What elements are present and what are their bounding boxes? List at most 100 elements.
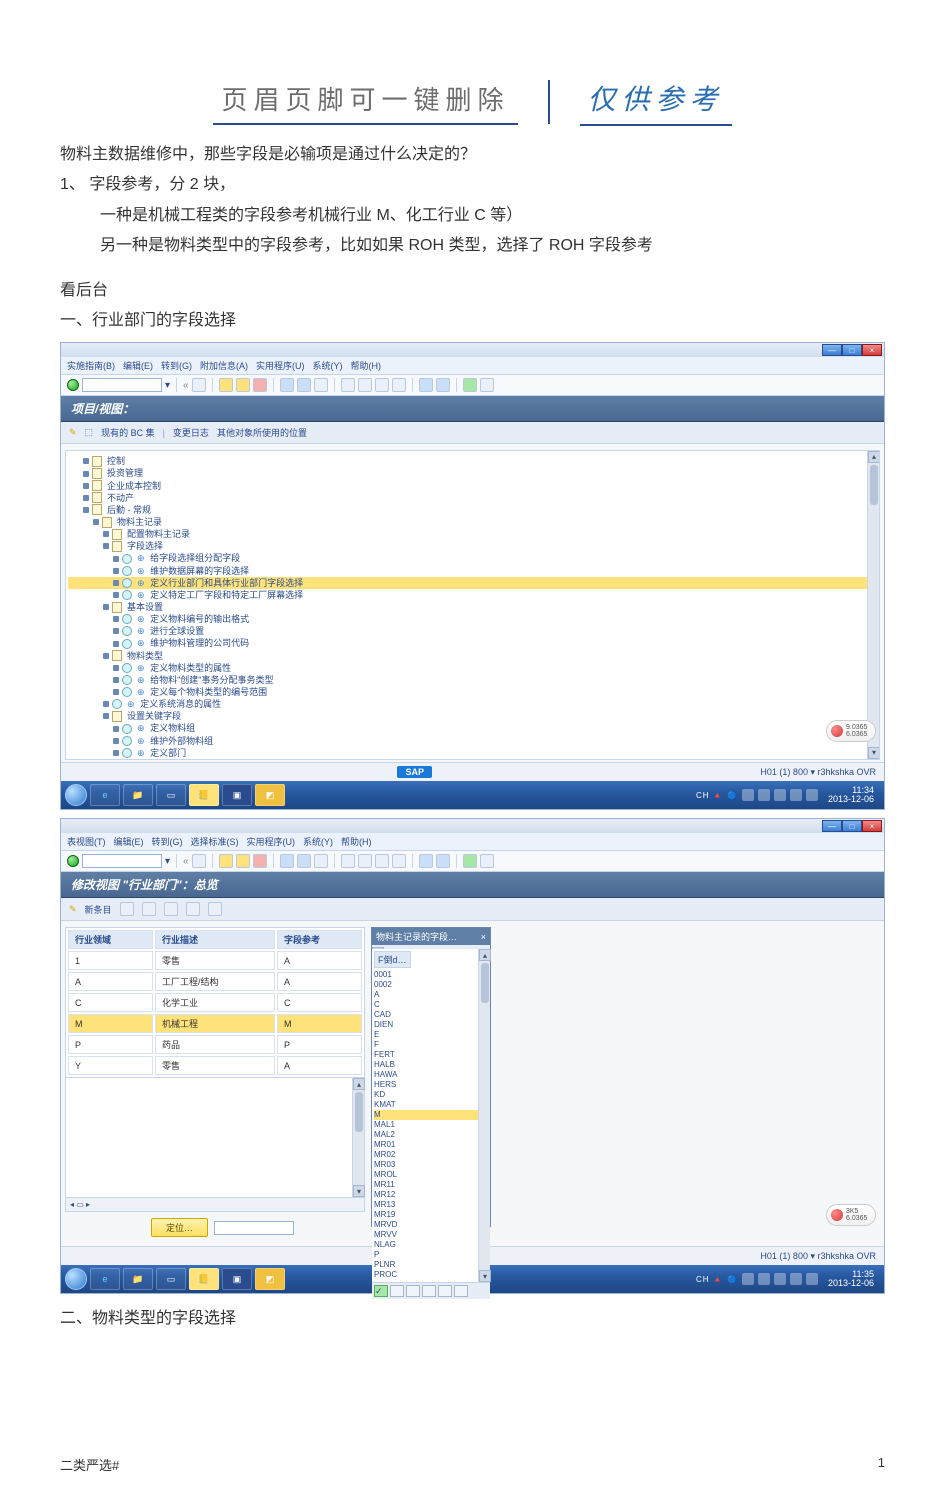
help-icon[interactable] [463, 854, 477, 868]
help-icon[interactable] [463, 378, 477, 392]
tray-icon[interactable] [774, 789, 786, 801]
bc-set-label[interactable]: 现有的 BC 集 [101, 426, 155, 439]
tree-node[interactable]: 物料主记录 [68, 516, 877, 528]
tree-node[interactable]: 基本设置 [68, 601, 877, 613]
table-row[interactable]: C化学工业C [68, 993, 362, 1012]
exit-icon[interactable] [236, 378, 250, 392]
tree-node[interactable]: ⊕ 给物料"创建"事务分配事务类型 [68, 674, 877, 686]
maximize-icon[interactable]: □ [842, 344, 862, 356]
sap-logon-icon[interactable]: ▣ [222, 1268, 252, 1290]
list-item[interactable]: MR12 [374, 1190, 488, 1200]
list-item[interactable]: MR19 [374, 1210, 488, 1220]
app-icon-1[interactable]: ▭ [156, 1268, 186, 1290]
img-tree[interactable]: 控制 投资管理 企业成本控制 不动产 后勤 - 常规 物料主记录 配置物料主记录… [65, 450, 880, 760]
column-header[interactable]: 行业领域 [68, 930, 153, 949]
list-item[interactable]: NLAG [374, 1240, 488, 1250]
find-icon[interactable] [297, 854, 311, 868]
menu-item[interactable]: 转到(G) [161, 359, 192, 372]
grid-hscroll[interactable]: ◂ ▭ ▸ [65, 1198, 365, 1212]
where-used-label[interactable]: 其他对象所使用的位置 [217, 426, 307, 439]
list-item[interactable]: HERS [374, 1080, 488, 1090]
accept-icon[interactable]: ✓ [374, 1285, 388, 1297]
minimize-icon[interactable]: — [822, 344, 842, 356]
list-item[interactable]: MR02 [374, 1150, 488, 1160]
copy-icon[interactable] [120, 902, 134, 916]
menu-item[interactable]: 附加信息(A) [200, 359, 248, 372]
menu-item[interactable]: 实用程序(U) [256, 359, 305, 372]
tree-node[interactable]: 投资管理 [68, 467, 877, 479]
menu-item[interactable]: 表视图(T) [67, 835, 106, 848]
minimize-icon[interactable]: — [822, 820, 842, 832]
list-item[interactable]: FERT [374, 1050, 488, 1060]
tree-node[interactable]: ⊕ 定义物料类型的属性 [68, 662, 877, 674]
list-item[interactable]: PROC [374, 1270, 488, 1280]
list-item[interactable]: F [374, 1040, 488, 1050]
popup-column-header[interactable]: F倒d… [374, 951, 411, 968]
enter-icon[interactable] [67, 855, 79, 867]
table-row[interactable]: P药品P [68, 1035, 362, 1054]
new-session-icon[interactable] [419, 378, 433, 392]
prev-page-icon[interactable] [358, 378, 372, 392]
save-icon[interactable] [192, 854, 206, 868]
layout-icon[interactable] [480, 378, 494, 392]
scroll-down-icon[interactable]: ▾ [479, 1270, 491, 1282]
list-item[interactable]: C [374, 1000, 488, 1010]
shortcut-icon[interactable] [436, 378, 450, 392]
sap-logon-icon[interactable]: ▣ [222, 784, 252, 806]
tray-icon[interactable] [774, 1273, 786, 1285]
tray-icon[interactable] [790, 789, 802, 801]
save-icon[interactable] [192, 378, 206, 392]
list-item[interactable]: MROL [374, 1170, 488, 1180]
tree-node[interactable]: ⊕ 维护外部物料组 [68, 735, 877, 747]
personal-list-icon[interactable] [438, 1285, 452, 1297]
maximize-icon[interactable]: □ [842, 820, 862, 832]
find-next-icon[interactable] [314, 378, 328, 392]
scroll-up-icon[interactable]: ▴ [479, 949, 491, 961]
tree-node[interactable]: ⊕ 定义物料组 [68, 722, 877, 734]
menu-item[interactable]: 实用程序(U) [247, 835, 296, 848]
menu-item[interactable]: 系统(Y) [313, 359, 343, 372]
list-item[interactable]: MRVV [374, 1230, 488, 1240]
table-row[interactable]: Y零售A [68, 1056, 362, 1075]
tree-node[interactable]: ⊕ 维护物料管理的公司代码 [68, 637, 877, 649]
print-icon[interactable] [280, 378, 294, 392]
scroll-down-icon[interactable]: ▾ [353, 1185, 365, 1197]
tree-node[interactable]: 物料类型 [68, 650, 877, 662]
list-item[interactable]: 0002 [374, 980, 488, 990]
industry-table[interactable]: 行业领域行业描述字段参考1零售AA工厂工程/结构AC化学工业CM机械工程MP药品… [65, 927, 365, 1078]
menu-item[interactable]: 实施指南(B) [67, 359, 115, 372]
tree-node[interactable]: 后勤 - 常规 [68, 504, 877, 516]
first-page-icon[interactable] [341, 854, 355, 868]
tray-icon[interactable] [742, 789, 754, 801]
scrollbar-vertical[interactable]: ▴ ▾ [352, 1078, 364, 1197]
list-item[interactable]: MAL1 [374, 1120, 488, 1130]
close-list-icon[interactable] [454, 1285, 468, 1297]
print-icon[interactable] [208, 902, 222, 916]
scroll-up-icon[interactable]: ▴ [868, 451, 880, 463]
tree-node[interactable]: ⊕ 定义物料状态 [68, 759, 877, 760]
exit-icon[interactable] [236, 854, 250, 868]
column-header[interactable]: 字段参考 [277, 930, 362, 949]
list-item[interactable]: M [374, 1110, 488, 1120]
layout-icon[interactable] [480, 854, 494, 868]
list-item[interactable]: HALB [374, 1060, 488, 1070]
start-button-icon[interactable] [65, 1268, 87, 1290]
filter-icon[interactable] [422, 1285, 436, 1297]
list-item[interactable]: P [374, 1250, 488, 1260]
list-item[interactable]: DIEN [374, 1020, 488, 1030]
explorer-icon[interactable]: 📁 [123, 1268, 153, 1290]
menu-item[interactable]: 转到(G) [152, 835, 183, 848]
list-item[interactable]: MR13 [374, 1200, 488, 1210]
ie-icon[interactable]: e [90, 1268, 120, 1290]
select-all-icon[interactable] [164, 902, 178, 916]
list-item[interactable]: HAWA [374, 1070, 488, 1080]
table-row[interactable]: 1零售A [68, 951, 362, 970]
tree-node[interactable]: 设置关键字段 [68, 710, 877, 722]
tree-node[interactable]: ⊕ 定义行业部门和具体行业部门字段选择 [68, 577, 877, 589]
list-item[interactable]: E [374, 1030, 488, 1040]
shortcut-icon[interactable] [436, 854, 450, 868]
column-header[interactable]: 行业描述 [155, 930, 275, 949]
sort-icon[interactable] [406, 1285, 420, 1297]
tray-icon[interactable] [806, 789, 818, 801]
start-button-icon[interactable] [65, 784, 87, 806]
